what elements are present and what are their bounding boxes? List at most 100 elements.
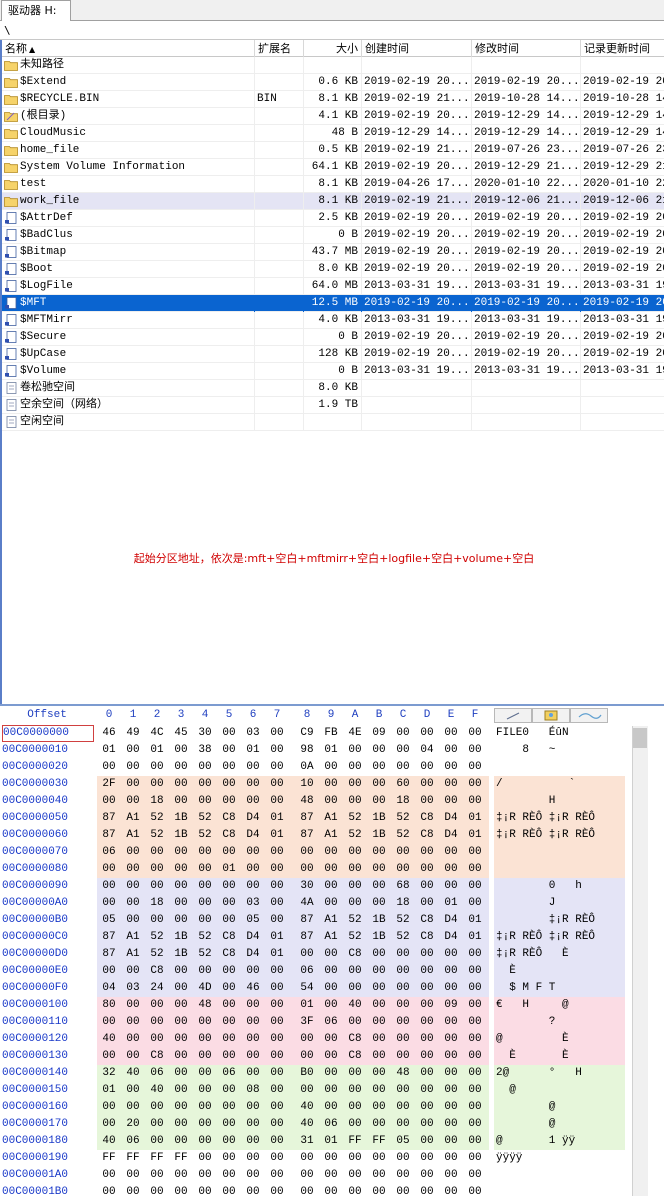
column-header-record[interactable]: 记录更新时间 <box>581 40 664 57</box>
hex-byte[interactable]: 87 <box>295 827 319 844</box>
hex-byte[interactable]: 00 <box>193 912 217 929</box>
hex-byte[interactable]: 00 <box>97 861 121 878</box>
hex-byte[interactable]: 4E <box>343 725 367 742</box>
hex-byte[interactable]: 00 <box>343 1082 367 1099</box>
hex-byte[interactable]: 00 <box>97 878 121 895</box>
hex-byte[interactable]: D4 <box>241 827 265 844</box>
hex-ascii[interactable]: @ È <box>494 1031 625 1048</box>
hex-byte[interactable]: 00 <box>217 844 241 861</box>
hex-byte[interactable]: 01 <box>265 929 289 946</box>
hex-scrollbar-thumb[interactable] <box>633 728 647 748</box>
hex-byte[interactable]: 00 <box>343 878 367 895</box>
hex-byte[interactable]: 00 <box>367 980 391 997</box>
hex-byte[interactable]: 00 <box>241 1116 265 1133</box>
hex-byte[interactable]: 00 <box>169 980 193 997</box>
hex-byte[interactable]: 00 <box>391 1116 415 1133</box>
hex-byte[interactable]: 00 <box>367 793 391 810</box>
hex-byte[interactable]: 00 <box>415 963 439 980</box>
hex-byte[interactable]: 05 <box>97 912 121 929</box>
hex-byte[interactable]: 68 <box>391 878 415 895</box>
hex-byte[interactable]: 00 <box>295 861 319 878</box>
hex-byte[interactable]: 00 <box>391 1014 415 1031</box>
hex-byte[interactable]: C8 <box>415 810 439 827</box>
hex-byte[interactable]: 38 <box>193 742 217 759</box>
hex-byte[interactable]: 00 <box>367 776 391 793</box>
hex-byte[interactable]: 00 <box>391 980 415 997</box>
hex-byte[interactable]: 00 <box>367 963 391 980</box>
hex-byte[interactable]: 00 <box>463 1031 487 1048</box>
hex-byte[interactable]: 40 <box>121 1065 145 1082</box>
file-row[interactable]: System Volume Information 64.1 KB 2019-02-… <box>2 159 664 176</box>
hex-byte[interactable]: 00 <box>193 759 217 776</box>
hex-offset[interactable]: 00C0000080 <box>2 861 94 878</box>
hex-byte[interactable]: 00 <box>415 1099 439 1116</box>
hex-byte[interactable]: C8 <box>343 946 367 963</box>
hex-byte[interactable]: 00 <box>169 844 193 861</box>
hex-byte[interactable]: 00 <box>217 1184 241 1196</box>
hex-byte[interactable]: 18 <box>391 895 415 912</box>
hex-byte[interactable]: 46 <box>97 725 121 742</box>
hex-byte[interactable]: 00 <box>265 759 289 776</box>
hex-byte[interactable]: 00 <box>463 1014 487 1031</box>
hex-byte[interactable]: 00 <box>145 1116 169 1133</box>
hex-byte[interactable]: 00 <box>463 742 487 759</box>
hex-byte[interactable]: FF <box>343 1133 367 1150</box>
hex-byte[interactable]: 01 <box>97 1082 121 1099</box>
hex-byte[interactable]: 00 <box>169 997 193 1014</box>
hex-ascii[interactable]: $ M F T <box>494 980 625 997</box>
hex-offset[interactable]: 00C00000C0 <box>2 929 94 946</box>
hex-byte[interactable]: 00 <box>121 793 145 810</box>
hex-byte[interactable]: 4D <box>193 980 217 997</box>
hex-byte[interactable]: 00 <box>193 776 217 793</box>
hex-byte[interactable]: 06 <box>295 963 319 980</box>
hex-byte[interactable]: 2F <box>97 776 121 793</box>
hex-byte[interactable]: 06 <box>97 844 121 861</box>
hex-byte[interactable]: 00 <box>463 997 487 1014</box>
hex-byte[interactable]: 00 <box>367 878 391 895</box>
hex-byte[interactable]: 32 <box>97 1065 121 1082</box>
hex-byte[interactable]: 00 <box>295 1184 319 1196</box>
hex-byte[interactable]: 00 <box>217 776 241 793</box>
hex-byte[interactable]: C8 <box>415 912 439 929</box>
hex-byte[interactable]: 00 <box>319 793 343 810</box>
hex-byte[interactable]: 00 <box>241 759 265 776</box>
hex-byte[interactable]: A1 <box>121 929 145 946</box>
hex-byte[interactable]: 00 <box>169 878 193 895</box>
hex-scrollbar[interactable] <box>632 726 648 1196</box>
hex-byte[interactable]: 00 <box>265 793 289 810</box>
hex-byte[interactable]: 00 <box>97 1099 121 1116</box>
hex-byte[interactable]: 00 <box>265 1031 289 1048</box>
hex-byte[interactable]: C8 <box>343 1048 367 1065</box>
hex-byte[interactable]: 00 <box>193 1133 217 1150</box>
hex-byte[interactable]: 40 <box>343 997 367 1014</box>
hex-offset[interactable]: 00C0000060 <box>2 827 94 844</box>
column-header-size[interactable]: 大小 <box>304 40 362 57</box>
hex-byte[interactable]: 00 <box>145 861 169 878</box>
hex-byte[interactable]: 1B <box>169 929 193 946</box>
hex-byte[interactable]: 52 <box>145 946 169 963</box>
hex-byte[interactable]: 00 <box>169 1031 193 1048</box>
hex-byte[interactable]: 00 <box>439 946 463 963</box>
hex-byte[interactable]: 52 <box>193 810 217 827</box>
file-row[interactable]: $UpCase 128 KB 2019-02-19 20... 2019-02-19 … <box>2 346 664 363</box>
hex-byte[interactable]: 09 <box>367 725 391 742</box>
hex-byte[interactable]: 00 <box>415 844 439 861</box>
hex-byte[interactable]: A1 <box>121 810 145 827</box>
hex-byte[interactable]: D4 <box>241 810 265 827</box>
hex-ascii[interactable]: È È <box>494 1048 625 1065</box>
hex-byte[interactable]: 00 <box>217 742 241 759</box>
hex-byte[interactable]: 00 <box>391 725 415 742</box>
hex-byte[interactable]: 00 <box>391 963 415 980</box>
hex-byte[interactable]: 00 <box>217 1014 241 1031</box>
hex-byte[interactable]: 00 <box>193 861 217 878</box>
hex-byte[interactable]: 00 <box>169 1082 193 1099</box>
file-row[interactable]: $MFT 12.5 MB 2019-02-19 20... 2019-02-19 20… <box>2 295 664 312</box>
hex-byte[interactable]: 00 <box>343 1099 367 1116</box>
hex-byte[interactable]: 00 <box>241 1031 265 1048</box>
hex-byte[interactable]: 00 <box>193 1014 217 1031</box>
hex-byte[interactable]: 87 <box>97 929 121 946</box>
hex-byte[interactable]: A1 <box>121 946 145 963</box>
hex-byte[interactable]: 0A <box>295 759 319 776</box>
hex-byte[interactable]: 00 <box>391 844 415 861</box>
hex-byte[interactable]: 00 <box>439 878 463 895</box>
